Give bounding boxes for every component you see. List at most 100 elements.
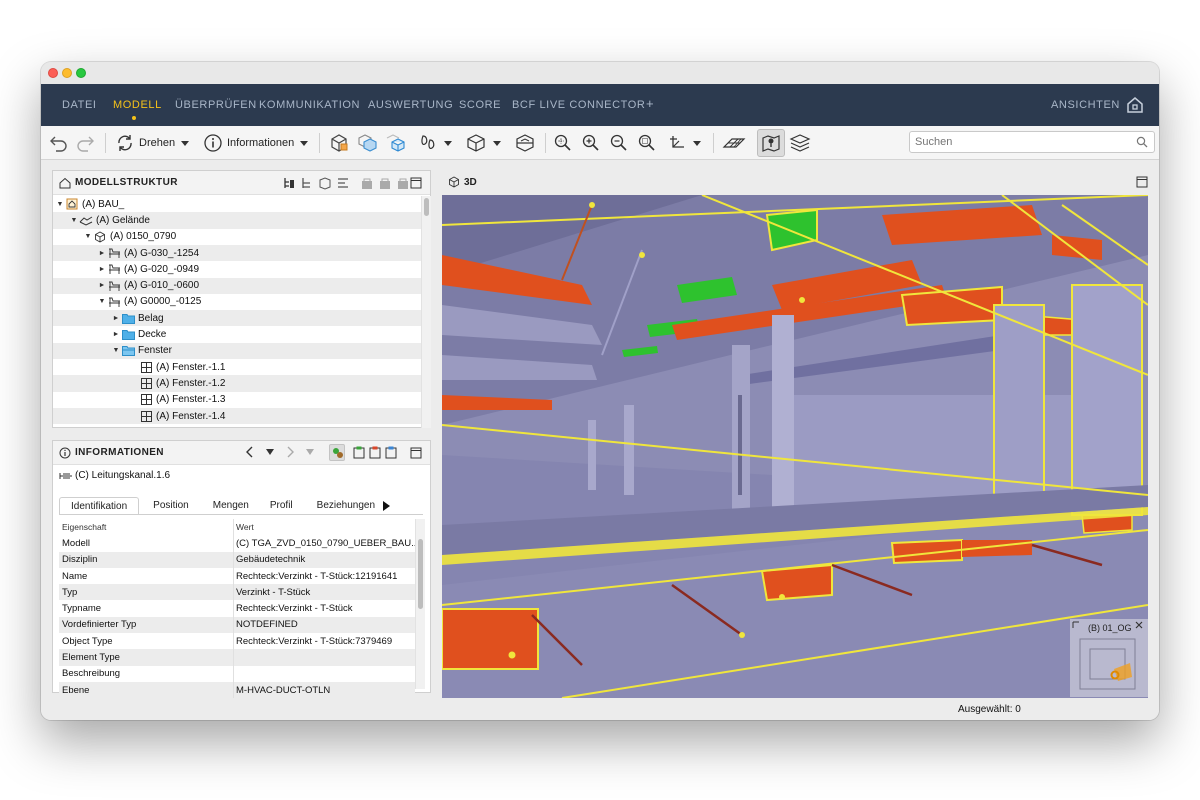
tree-row[interactable]: ► (A) G-030_-1254 bbox=[53, 244, 421, 262]
rotate-button[interactable]: Drehen bbox=[115, 132, 190, 154]
box-ghost-button[interactable] bbox=[356, 132, 378, 154]
table-row[interactable]: Typ Verzinkt - T-Stück bbox=[59, 584, 415, 601]
tree-discipline-icon[interactable] bbox=[318, 176, 332, 190]
info-button[interactable]: Informationen bbox=[203, 132, 309, 154]
forward-icon[interactable] bbox=[285, 446, 295, 458]
tree-storey-icon[interactable] bbox=[300, 176, 314, 190]
tree-hierarchy-icon[interactable] bbox=[282, 176, 296, 190]
tree-row[interactable]: ▼ Fenster bbox=[53, 342, 421, 359]
tree-row[interactable]: ► (A) G-020_-0949 bbox=[53, 261, 421, 277]
search-field[interactable] bbox=[909, 131, 1155, 153]
cube-view-button[interactable] bbox=[465, 132, 501, 154]
tab-identifikation[interactable]: Identifikation bbox=[59, 497, 140, 514]
expand-caret[interactable]: ▼ bbox=[83, 233, 93, 240]
expand-caret[interactable]: ▼ bbox=[111, 347, 121, 354]
expand-caret[interactable]: ▼ bbox=[69, 217, 79, 224]
zoom-in-button[interactable] bbox=[581, 132, 601, 154]
maximize-icon[interactable] bbox=[410, 177, 422, 189]
chevron-down-icon[interactable] bbox=[265, 448, 275, 456]
highlight-toggle[interactable] bbox=[329, 444, 345, 461]
tree-show-icon[interactable] bbox=[396, 176, 410, 190]
tree-row[interactable]: ▼ (A) BAU_ bbox=[53, 196, 421, 212]
expand-caret[interactable]: ▼ bbox=[97, 298, 107, 305]
scrollbar-thumb[interactable] bbox=[424, 198, 429, 216]
home-icon[interactable] bbox=[1125, 95, 1145, 115]
add-tab-button[interactable]: + bbox=[646, 96, 654, 111]
minimize-window-button[interactable] bbox=[62, 68, 72, 78]
3d-viewport[interactable]: (B) 01_OG bbox=[442, 195, 1148, 698]
expand-caret[interactable]: ► bbox=[97, 250, 107, 257]
tree-row[interactable]: (A) Fenster.-1.1 bbox=[53, 359, 421, 375]
section-button[interactable] bbox=[514, 132, 536, 154]
clipboard-icon[interactable] bbox=[353, 446, 365, 459]
menu-auswertung[interactable]: AUSWERTUNG bbox=[368, 99, 453, 111]
table-row[interactable]: Disziplin Gebäudetechnik bbox=[59, 551, 415, 568]
clipboard-red-icon[interactable] bbox=[369, 446, 381, 459]
tree-scrollbar[interactable] bbox=[421, 196, 431, 428]
chevron-down-icon[interactable] bbox=[444, 140, 452, 146]
expand-caret[interactable]: ▼ bbox=[55, 201, 65, 208]
maximize-icon[interactable] bbox=[1136, 176, 1148, 188]
tab-mengen[interactable]: Mengen bbox=[200, 497, 260, 514]
tree-row[interactable]: ► Decke bbox=[53, 326, 421, 342]
chevron-down-icon[interactable] bbox=[493, 140, 501, 146]
menu-ansichten[interactable]: ANSICHTEN bbox=[1051, 99, 1120, 111]
expand-caret[interactable]: ► bbox=[97, 266, 107, 273]
tree-hide-icon[interactable] bbox=[378, 176, 392, 190]
tree-lock-icon[interactable] bbox=[360, 176, 374, 190]
tree-row[interactable]: ► (A) G-010_-0600 bbox=[53, 277, 421, 294]
layers-button[interactable] bbox=[789, 132, 811, 154]
menu-ueberpruefen[interactable]: ÜBERPRÜFEN bbox=[175, 99, 257, 111]
box-select-button[interactable] bbox=[328, 132, 350, 154]
maximize-icon[interactable] bbox=[410, 447, 422, 459]
chevron-down-icon[interactable] bbox=[300, 140, 309, 146]
tree-row[interactable]: (A) Fenster.-1.4 bbox=[53, 407, 421, 425]
tree-row[interactable]: (A) Fenster.-1.3 bbox=[53, 392, 421, 408]
table-row[interactable]: Element Type bbox=[59, 649, 415, 666]
measure-button[interactable] bbox=[667, 132, 701, 154]
tree-row[interactable]: ▼ (A) Gelände bbox=[53, 212, 421, 229]
walk-button[interactable] bbox=[416, 132, 452, 154]
zoom-out-button[interactable] bbox=[609, 132, 629, 154]
chevron-down-icon[interactable] bbox=[693, 140, 701, 146]
tree-type-icon[interactable] bbox=[336, 176, 350, 190]
back-icon[interactable] bbox=[245, 446, 255, 458]
zoom-window-button[interactable] bbox=[76, 68, 86, 78]
tree-row[interactable]: ▼ (A) 0150_0790 bbox=[53, 229, 421, 245]
table-row[interactable]: Typname Rechteck:Verzinkt - T-Stück bbox=[59, 600, 415, 617]
clipboard-blue-icon[interactable] bbox=[385, 446, 397, 459]
chevron-down-icon[interactable] bbox=[181, 140, 190, 146]
tree-row[interactable]: ► Belag bbox=[53, 310, 421, 327]
chevron-down-icon[interactable] bbox=[305, 448, 315, 456]
tab-profil[interactable]: Profil bbox=[260, 497, 304, 514]
box-isolate-button[interactable] bbox=[384, 132, 406, 154]
menu-bcf-live-connector[interactable]: BCF LIVE CONNECTOR bbox=[512, 99, 645, 111]
map-pin-button[interactable] bbox=[757, 129, 785, 157]
table-row[interactable]: Ebene M-HVAC-DUCT-OTLN bbox=[59, 681, 415, 699]
tab-scroll-right-icon[interactable] bbox=[381, 500, 391, 512]
expand-caret[interactable]: ► bbox=[97, 282, 107, 289]
tree-row[interactable]: ▼ (A) G0000_-0125 bbox=[53, 294, 421, 310]
table-row[interactable]: Beschreibung bbox=[59, 665, 415, 682]
redo-button[interactable] bbox=[75, 132, 95, 154]
zoom-fit-button[interactable] bbox=[553, 132, 573, 154]
table-row[interactable]: Name Rechteck:Verzinkt - T-Stück:12191641 bbox=[59, 567, 415, 585]
property-scrollbar[interactable] bbox=[415, 519, 425, 689]
tree-row[interactable]: (A) Fenster.-1.2 bbox=[53, 375, 421, 392]
expand-caret[interactable]: ► bbox=[111, 331, 121, 338]
tab-position[interactable]: Position bbox=[139, 497, 200, 514]
zoom-window-button[interactable] bbox=[637, 132, 657, 154]
table-row[interactable]: Object Type Rechteck:Verzinkt - T-Stück:7… bbox=[59, 633, 415, 650]
expand-caret[interactable]: ► bbox=[111, 315, 121, 322]
close-window-button[interactable] bbox=[48, 68, 58, 78]
minimap[interactable]: (B) 01_OG bbox=[1070, 619, 1148, 697]
menu-modell[interactable]: MODELL bbox=[113, 99, 162, 111]
undo-button[interactable] bbox=[49, 132, 69, 154]
menu-score[interactable]: SCORE bbox=[459, 99, 501, 111]
table-row[interactable]: Vordefinierter Typ NOTDEFINED bbox=[59, 616, 415, 634]
table-row[interactable]: Modell (C) TGA_ZVD_0150_0790_UEBER_BAU... bbox=[59, 535, 415, 552]
tab-beziehungen[interactable]: Beziehungen bbox=[304, 497, 381, 514]
search-input[interactable] bbox=[910, 132, 1120, 152]
scrollbar-thumb[interactable] bbox=[418, 539, 423, 609]
menu-datei[interactable]: DATEI bbox=[62, 99, 97, 111]
